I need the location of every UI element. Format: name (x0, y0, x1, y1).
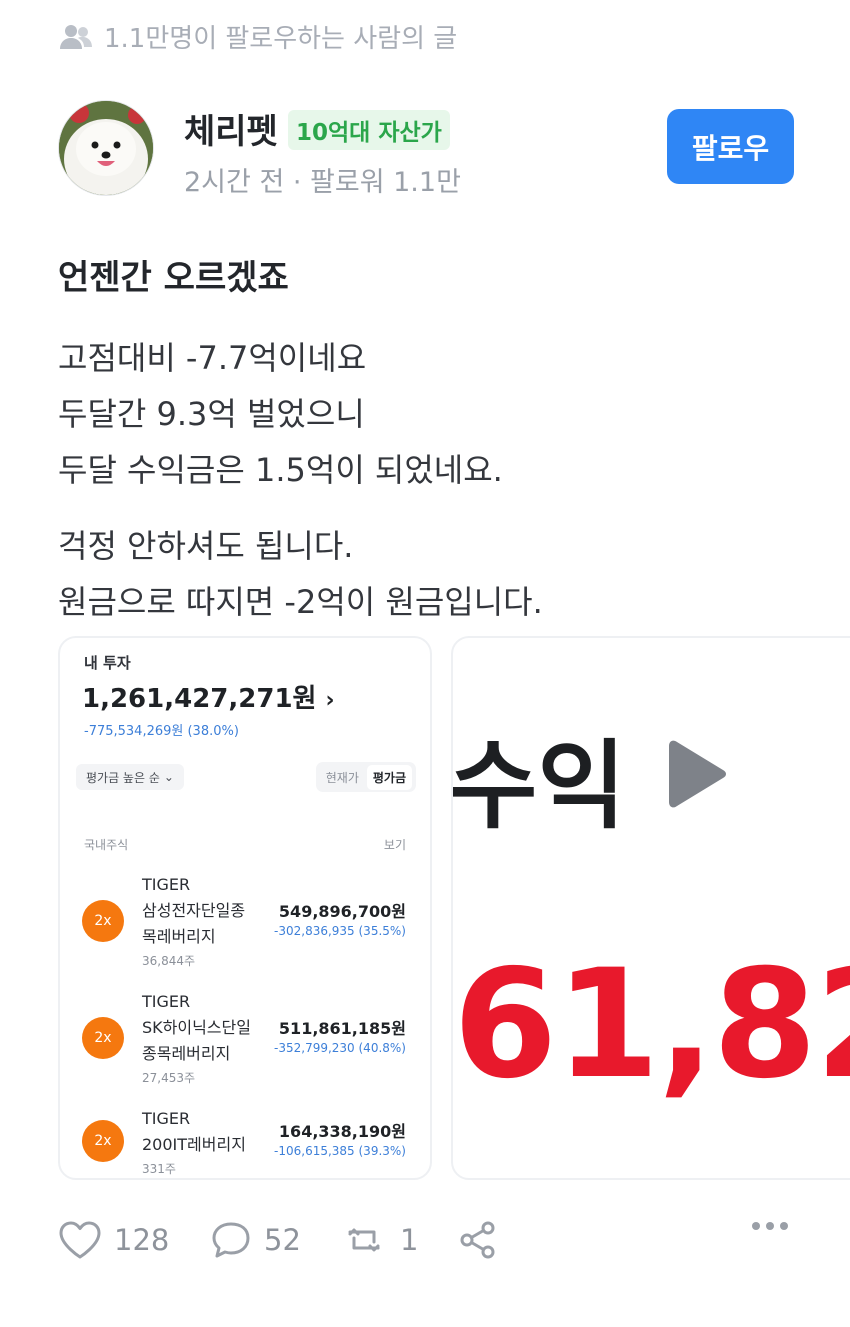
holding-quantity: 331주 (142, 1162, 176, 1176)
like-button[interactable]: 128 (58, 1220, 169, 1260)
holding-quantity: 27,453주 (142, 1071, 196, 1085)
view-label: 보기 (383, 838, 406, 852)
holding-name: TIGER 200IT레버리지 (142, 1106, 272, 1158)
holding-name-line: 삼성전자단일종 (142, 901, 246, 920)
post-line: 두달간 9.3억 벌었으니 (58, 395, 365, 433)
holding-row: 2x TIGER 200IT레버리지 331주 164,338,190원 -10… (60, 1106, 430, 1178)
holding-name-line: TIGER (142, 875, 191, 894)
post-line: 원금으로 따지면 -2억이 원금입니다. (58, 583, 543, 621)
follower-banner: 1.1만명이 팔로우하는 사람의 글 (58, 18, 457, 55)
post-title: 언젠간 오르겠죠 (58, 258, 289, 298)
more-icon (750, 1220, 790, 1232)
sort-dropdown: 평가금 높은 순 ⌄ (76, 764, 184, 790)
follow-button[interactable]: 팔로우 (667, 109, 794, 184)
holding-name-line: SK하이닉스단일 (142, 1018, 251, 1037)
post-paragraph: 고점대비 -7.7억이네요 두달간 9.3억 벌었으니 두달 수익금은 1.5억… (58, 330, 818, 498)
holding-row: 2x TIGER 삼성전자단일종 목레버리지 36,844주 549,896,7… (60, 872, 430, 982)
holding-name-line: 목레버리지 (142, 927, 216, 946)
holding-value: 549,896,700원 (278, 902, 406, 921)
holding-change: -352,799,230 (40.8%) (274, 1041, 406, 1055)
asset-badge: 10억대 자산가 (288, 110, 450, 150)
chevron-right-icon: › (325, 688, 335, 713)
action-bar: 128 52 1 (58, 1220, 794, 1272)
repost-button[interactable]: 1 (340, 1220, 418, 1260)
holding-name: TIGER 삼성전자단일종 목레버리지 (142, 872, 272, 950)
leverage-badge: 2x (82, 1120, 124, 1162)
leverage-badge: 2x (82, 1017, 124, 1059)
portfolio-total-value: 1,261,427,271원 (82, 684, 317, 714)
author-header: 체리펫 10억대 자산가 2시간 전 · 팔로워 1.1만 팔로우 (58, 100, 794, 200)
holding-value: 511,861,185원 (278, 1019, 406, 1038)
segment-current-price: 현재가 (325, 770, 359, 785)
holding-name-line: TIGER (142, 1109, 191, 1128)
profit-number: 61,82 (453, 938, 850, 1112)
portfolio-total: 1,261,427,271원 › (82, 678, 335, 715)
post-line: 고점대비 -7.7억이네요 (58, 339, 367, 377)
post-line: 두달 수익금은 1.5억이 되었네요. (58, 451, 503, 489)
post-line: 걱정 안하셔도 됩니다. (58, 527, 354, 565)
like-count: 128 (114, 1223, 170, 1257)
post-paragraph: 걱정 안하셔도 됩니다. 원금으로 따지면 -2억이 원금입니다. (58, 518, 818, 630)
comment-button[interactable]: 52 (210, 1220, 301, 1260)
profit-word: 수익 (451, 730, 626, 842)
sort-label: 평가금 높은 순 (86, 770, 160, 785)
holding-change: -302,836,935 (35.5%) (274, 924, 406, 938)
holding-row: 2x TIGER SK하이닉스단일 종목레버리지 27,453주 511,861… (60, 989, 430, 1099)
banner-text: 1.1만명이 팔로우하는 사람의 글 (104, 24, 458, 54)
share-icon (458, 1220, 498, 1260)
repost-count: 1 (400, 1223, 419, 1257)
share-button[interactable] (458, 1220, 498, 1260)
second-image[interactable]: 수익 61,82 (451, 636, 850, 1180)
holding-quantity: 36,844주 (142, 954, 196, 968)
author-name[interactable]: 체리펫 (184, 104, 278, 153)
more-button[interactable] (750, 1220, 790, 1232)
holding-name-line: 200IT레버리지 (142, 1135, 246, 1154)
comment-icon (210, 1220, 252, 1260)
play-icon (665, 740, 729, 812)
users-icon (58, 23, 94, 51)
holding-change: -106,615,385 (39.3%) (274, 1144, 406, 1158)
comment-count: 52 (264, 1223, 301, 1257)
price-toggle: 현재가 평가금 (315, 762, 416, 792)
chevron-down-icon: ⌄ (163, 770, 174, 784)
leverage-badge: 2x (82, 900, 124, 942)
heart-icon (58, 1220, 102, 1260)
segment-valuation: 평가금 (366, 764, 412, 790)
holding-value: 164,338,190원 (278, 1122, 406, 1141)
avatar[interactable] (58, 100, 154, 196)
portfolio-change: -775,534,269원 (38.0%) (84, 724, 239, 739)
portfolio-screenshot[interactable]: 내 투자 1,261,427,271원 › -775,534,269원 (38.… (58, 636, 432, 1180)
portfolio-label: 내 투자 (84, 654, 131, 672)
holding-name-line: TIGER (142, 992, 191, 1011)
holding-name-line: 종목레버리지 (142, 1044, 231, 1063)
section-label: 국내주식 (84, 838, 129, 852)
holding-name: TIGER SK하이닉스단일 종목레버리지 (142, 989, 272, 1067)
post-meta: 2시간 전 · 팔로워 1.1만 (184, 167, 461, 198)
repost-icon (340, 1220, 388, 1260)
post-body: 고점대비 -7.7억이네요 두달간 9.3억 벌었으니 두달 수익금은 1.5억… (58, 330, 818, 650)
